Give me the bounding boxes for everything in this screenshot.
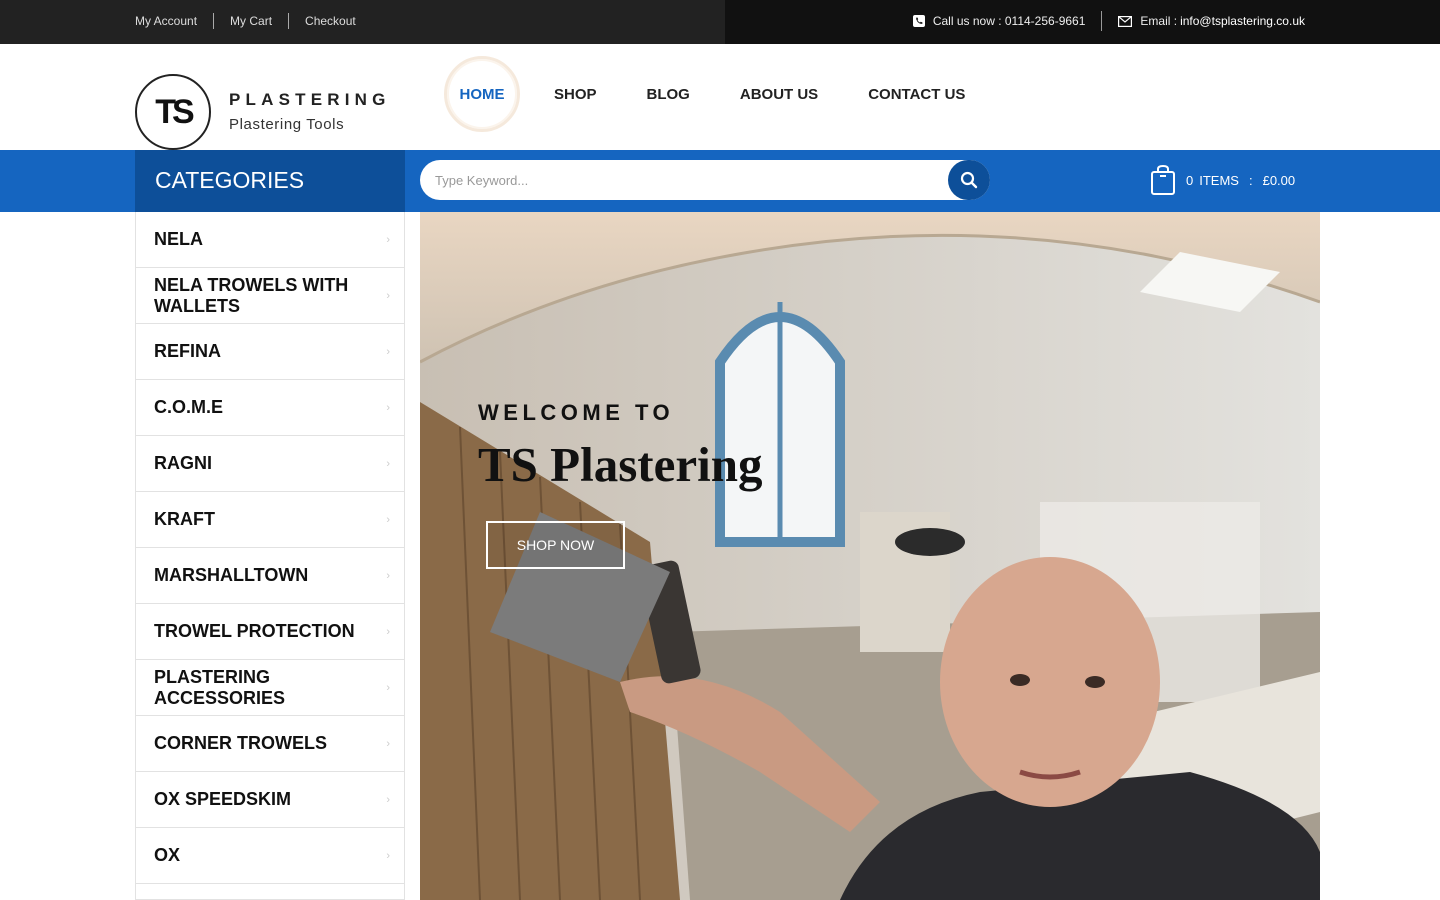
nav-home[interactable]: HOME (444, 56, 520, 132)
main-nav: HOME SHOP BLOG ABOUT US CONTACT US (444, 54, 1015, 134)
category-label: CORNER TROWELS (154, 733, 327, 753)
category-label: C.O.M.E (154, 397, 224, 417)
chevron-right-icon: › (386, 457, 390, 470)
cart-total: £0.00 (1262, 172, 1296, 188)
chevron-right-icon: › (386, 569, 390, 582)
category-label: OX (154, 845, 181, 865)
logo-mark: TS (135, 74, 211, 150)
category-label: NELA (154, 229, 203, 249)
hero-banner: WELCOME TO TS Plastering SHOP NOW (420, 212, 1320, 900)
category-label: REFINA (154, 341, 221, 361)
account-links: My Account My Cart Checkout (135, 13, 356, 29)
chevron-right-icon: › (386, 849, 390, 862)
chevron-right-icon: › (386, 513, 390, 526)
chevron-right-icon: › (386, 793, 390, 806)
nav-blog[interactable]: BLOG (647, 86, 690, 103)
category-label: MARSHALLTOWN (154, 565, 309, 585)
category-ox-speedskim[interactable]: OX SPEEDSKIM › (136, 772, 404, 828)
category-kraft[interactable]: KRAFT › (136, 492, 404, 548)
email-prefix: Email : (1140, 14, 1178, 28)
mini-cart[interactable]: 0 ITEMS : £0.00 (1150, 160, 1301, 200)
category-label: RAGNI (154, 453, 212, 473)
category-corner-trowels[interactable]: CORNER TROWELS › (136, 716, 404, 772)
category-plastering-accessories[interactable]: PLASTERING ACCESSORIES › (136, 660, 404, 716)
logo-word: PLASTERING (229, 90, 391, 109)
search-button[interactable] (948, 160, 990, 200)
chevron-right-icon: › (386, 681, 390, 694)
email-link[interactable]: info@tsplastering.co.uk (1180, 14, 1305, 28)
category-nela[interactable]: NELA › (136, 212, 404, 268)
nav-shop[interactable]: SHOP (554, 86, 597, 103)
shopping-bag-icon (1151, 164, 1175, 195)
category-come[interactable]: C.O.M.E › (136, 380, 404, 436)
nav-contact-us[interactable]: CONTACT US (868, 86, 965, 103)
phone-icon (912, 15, 925, 27)
top-bar: My Account My Cart Checkout Call us now … (0, 0, 1440, 44)
category-label: OX SPEEDSKIM (154, 789, 292, 809)
cart-count: 0 (1186, 172, 1194, 188)
search-input[interactable] (420, 160, 940, 200)
my-account-link[interactable]: My Account (135, 14, 197, 28)
my-cart-link[interactable]: My Cart (230, 14, 272, 28)
shop-now-button[interactable]: SHOP NOW (486, 521, 625, 569)
category-label: PLASTERING ACCESSORIES (154, 666, 286, 708)
hero-title: TS Plastering (478, 437, 763, 492)
divider (1101, 11, 1103, 31)
chevron-right-icon: › (386, 737, 390, 750)
site-logo[interactable]: TS PLASTERING Plastering Tools (135, 74, 415, 150)
category-ox[interactable]: OX › (136, 828, 404, 884)
category-marshalltown[interactable]: MARSHALLTOWN › (136, 548, 404, 604)
chevron-right-icon: › (386, 345, 390, 358)
logo-subtitle: Plastering Tools (229, 116, 345, 133)
search-icon (960, 171, 978, 189)
category-refina[interactable]: REFINA › (136, 324, 404, 380)
chevron-right-icon: › (386, 401, 390, 414)
chevron-right-icon: › (386, 233, 390, 246)
phone-text[interactable]: Call us now : 0114-256-9661 (933, 14, 1086, 28)
divider (288, 13, 290, 29)
checkout-link[interactable]: Checkout (305, 14, 356, 28)
chevron-right-icon: › (386, 289, 390, 302)
categories-heading[interactable]: CATEGORIES (135, 150, 405, 212)
search-box (420, 160, 990, 200)
category-nela-trowels-with-wallets[interactable]: NELA TROWELS WITH WALLETS › (136, 268, 404, 324)
divider (213, 13, 215, 29)
chevron-right-icon: › (386, 625, 390, 638)
nav-about-us[interactable]: ABOUT US (740, 86, 818, 103)
cart-items-label: ITEMS (1199, 172, 1239, 188)
category-label: TROWEL PROTECTION (154, 621, 355, 641)
cart-separator: : (1248, 172, 1253, 188)
contact-info: Call us now : 0114-256-9661 Email : info… (912, 11, 1305, 31)
category-label: KRAFT (154, 509, 215, 529)
category-ragni[interactable]: RAGNI › (136, 436, 404, 492)
categories-sidebar: NELA › NELA TROWELS WITH WALLETS › REFINA ›… (135, 212, 405, 900)
category-trowel-protection[interactable]: TROWEL PROTECTION › (136, 604, 404, 660)
envelope-icon (1118, 15, 1133, 27)
category-label: NELA TROWELS WITH WALLETS (154, 274, 349, 316)
hero-welcome: WELCOME TO (478, 400, 675, 425)
